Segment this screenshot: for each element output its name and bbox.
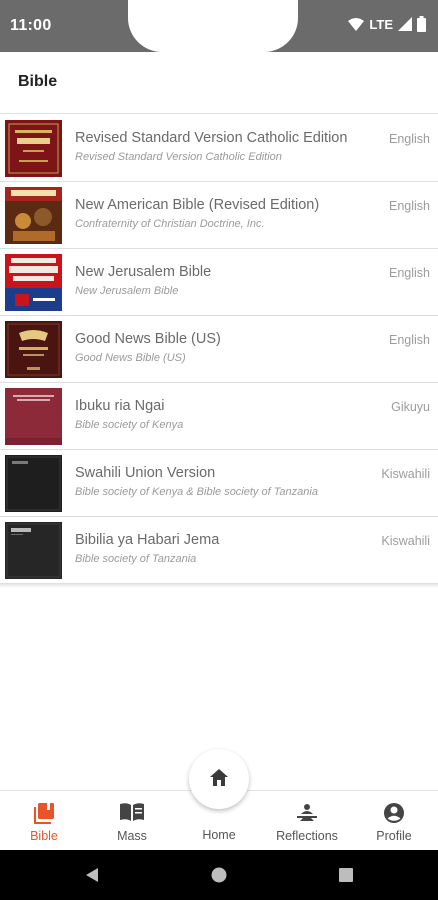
list-item[interactable]: Revised Standard Version Catholic Editio… [0, 115, 438, 182]
bible-publisher: Confraternity of Christian Doctrine, Inc… [75, 218, 265, 230]
bible-language: English [389, 333, 430, 347]
list-item[interactable]: New American Bible (Revised Edition) Con… [0, 182, 438, 249]
bible-language: Gikuyu [391, 400, 430, 414]
system-navigation-bar [0, 850, 438, 900]
bible-cover-image [5, 120, 62, 177]
bible-title: Swahili Union Version [75, 465, 216, 481]
bible-publisher: New Jerusalem Bible [75, 285, 179, 297]
bible-list: Revised Standard Version Catholic Editio… [0, 115, 438, 584]
bible-publisher: Good News Bible (US) [75, 352, 186, 364]
status-time: 11:00 [10, 17, 52, 34]
bible-icon [34, 803, 54, 824]
status-bar: 11:00 LTE [0, 0, 438, 52]
nav-home-label: Home [202, 828, 236, 842]
back-icon[interactable] [84, 867, 100, 883]
app-bar: Bible [0, 52, 438, 114]
bible-cover-image [5, 388, 62, 445]
bible-language: English [389, 266, 430, 280]
nav-reflections-label: Reflections [276, 829, 338, 843]
wifi-icon [348, 17, 365, 31]
bible-cover-image [5, 321, 62, 378]
nav-mass[interactable]: Mass [88, 791, 176, 851]
bible-title: Good News Bible (US) [75, 331, 221, 347]
nav-profile-label: Profile [376, 829, 412, 843]
bible-cover-image [5, 522, 62, 579]
list-item[interactable]: Bibilia ya Habari Jema Bible society of … [0, 517, 438, 584]
network-label: LTE [369, 16, 393, 32]
list-item[interactable]: Swahili Union Version Bible society of K… [0, 450, 438, 517]
open-book-icon [120, 803, 144, 821]
bible-cover-image [5, 254, 62, 311]
profile-icon [384, 803, 404, 823]
list-shadow [0, 583, 438, 588]
bible-title: Ibuku ria Ngai [75, 398, 165, 414]
bible-cover-image [5, 455, 62, 512]
home-icon [210, 769, 228, 786]
nav-bible[interactable]: Bible [0, 791, 88, 851]
camera-notch [128, 0, 298, 52]
nav-mass-label: Mass [117, 829, 147, 843]
home-button[interactable] [189, 749, 249, 809]
bible-language: Kiswahili [381, 467, 430, 481]
bible-title: New Jerusalem Bible [75, 264, 212, 280]
bible-title: Bibilia ya Habari Jema [75, 532, 220, 548]
status-icons: LTE [348, 16, 426, 32]
home-circle-icon[interactable] [211, 867, 227, 883]
bible-publisher: Revised Standard Version Catholic Editio… [75, 151, 282, 163]
signal-icon [398, 17, 412, 31]
list-item[interactable]: New Jerusalem Bible New Jerusalem Bible … [0, 249, 438, 316]
list-item[interactable]: Good News Bible (US) Good News Bible (US… [0, 316, 438, 383]
nav-bible-label: Bible [30, 829, 58, 843]
recents-icon[interactable] [338, 867, 354, 883]
bible-publisher: Bible society of Tanzania [75, 553, 197, 565]
bible-title: New American Bible (Revised Edition) [75, 197, 320, 213]
bible-language: English [389, 132, 430, 146]
nav-profile[interactable]: Profile [350, 791, 438, 851]
prayer-icon [297, 804, 317, 821]
bible-title: Revised Standard Version Catholic Editio… [75, 130, 348, 146]
list-item[interactable]: Ibuku ria Ngai Bible society of Kenya Gi… [0, 383, 438, 450]
bible-language: Kiswahili [381, 534, 430, 548]
battery-icon [417, 16, 426, 32]
bible-language: English [389, 199, 430, 213]
bible-publisher: Bible society of Kenya & Bible society o… [75, 486, 318, 498]
bible-cover-image [5, 187, 62, 244]
bible-publisher: Bible society of Kenya [75, 419, 184, 431]
page-title: Bible [18, 73, 58, 90]
nav-reflections[interactable]: Reflections [263, 791, 351, 851]
